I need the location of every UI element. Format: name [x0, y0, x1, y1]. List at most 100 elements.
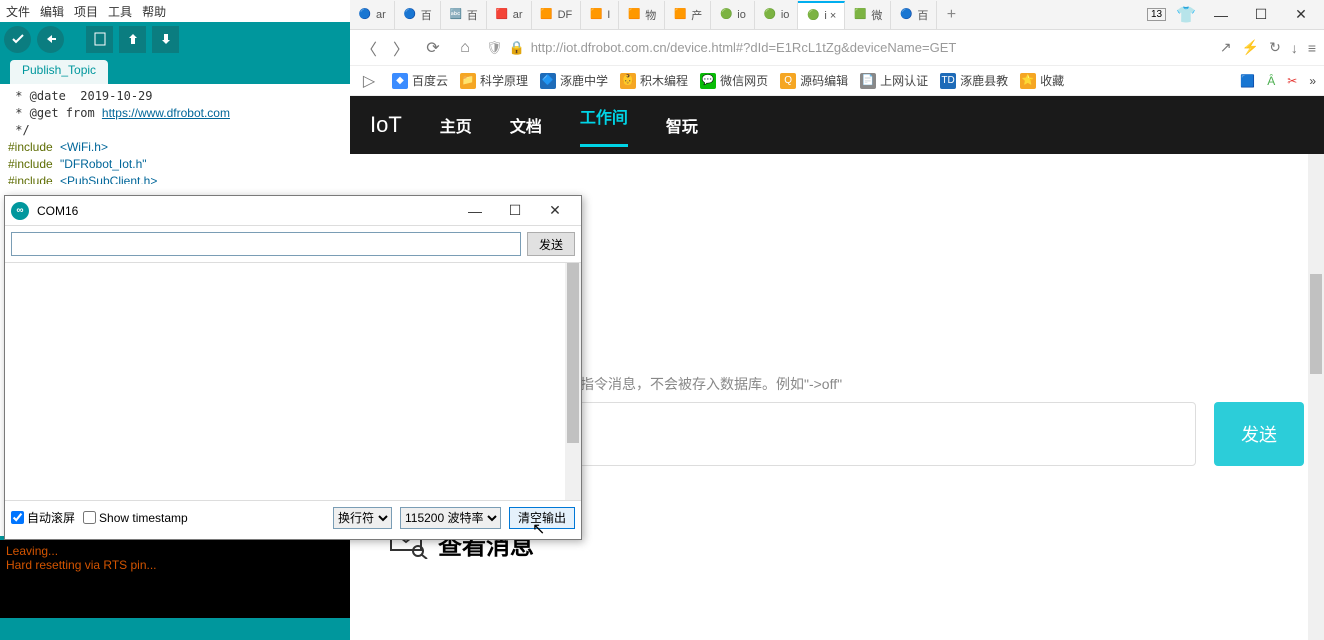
bookmark-item[interactable]: 📄上网认证 [860, 72, 928, 89]
menu-sketch[interactable]: 项目 [74, 3, 98, 19]
browser-tab[interactable]: 🔵百 [395, 1, 441, 29]
save-button[interactable] [152, 26, 179, 53]
serial-titlebar[interactable]: ∞ COM16 — ☐ ✕ [5, 196, 581, 226]
browser-tab[interactable]: 🟧产 [665, 1, 711, 29]
ide-toolbar [0, 22, 350, 56]
hint-text: 指令消息，不会被存入数据库。例如"->off" [580, 374, 1304, 394]
bookmark-item[interactable]: TD涿鹿县教 [940, 72, 1008, 89]
extension-icon[interactable]: 🟦 [1240, 74, 1255, 88]
browser-tab[interactable]: 🟧DF [532, 1, 582, 29]
open-button[interactable] [119, 26, 146, 53]
autoscroll-checkbox[interactable]: 自动滚屏 [11, 509, 75, 526]
ide-tabbar: Publish_Topic [0, 56, 350, 84]
code-editor[interactable]: * @date 2019-10-29 * @get from https://w… [0, 84, 350, 184]
bookmark-item[interactable]: Q源码编辑 [780, 72, 848, 89]
address-bar-row: 〈 〉 ⟳ ⌂ 🛡 🔒 http://iot.dfrobot.com.cn/de… [350, 30, 1324, 66]
refresh-icon[interactable]: ↻ [1269, 39, 1281, 56]
serial-output-area[interactable] [5, 262, 581, 500]
serial-input[interactable] [11, 232, 521, 256]
serial-send-button[interactable]: 发送 [527, 232, 575, 256]
close-button[interactable]: ✕ [535, 197, 575, 225]
ide-menubar[interactable]: 文件 编辑 项目 工具 帮助 [0, 0, 350, 22]
forward-button[interactable]: 〉 [390, 37, 412, 59]
browser-tab[interactable]: 🟧I [581, 1, 619, 29]
minimize-button[interactable]: — [455, 197, 495, 225]
site-brand: IoT [370, 112, 402, 138]
browser-tab[interactable]: 🔤百 [441, 1, 487, 29]
share-icon[interactable]: ↗ [1220, 39, 1232, 56]
tab-label: 百 [917, 7, 928, 23]
browser-tab[interactable]: 🟧物 [619, 1, 665, 29]
nav-workspace[interactable]: 工作间 [580, 104, 628, 147]
serial-send-row: 发送 [5, 226, 581, 262]
console-line: Hard resetting via RTS pin... [6, 558, 344, 572]
expand-icon[interactable]: » [1309, 74, 1316, 88]
browser-tab[interactable]: 🟩微 [845, 1, 891, 29]
line-ending-select[interactable]: 换行符 [333, 507, 392, 529]
menu-edit[interactable]: 编辑 [40, 3, 64, 19]
tab-label: io [737, 9, 746, 21]
verify-button[interactable] [4, 26, 31, 53]
send-message-button[interactable]: 发送 [1214, 402, 1304, 466]
tab-favicon: 🟧 [589, 8, 603, 22]
tab-favicon: 🟢 [806, 9, 820, 23]
tab-count-badge[interactable]: 13 [1147, 8, 1166, 21]
maximize-button[interactable]: ☐ [495, 197, 535, 225]
browser-tab[interactable]: 🔵百 [891, 1, 937, 29]
browser-minimize-button[interactable]: — [1206, 7, 1236, 23]
browser-tab[interactable]: 🟥ar [487, 1, 532, 29]
tab-label: i × [824, 10, 836, 22]
serial-title: COM16 [37, 204, 455, 218]
bookmark-label: 涿鹿县教 [960, 72, 1008, 89]
nav-docs[interactable]: 文档 [510, 113, 542, 137]
menu-tools[interactable]: 工具 [108, 3, 132, 19]
new-button[interactable] [86, 26, 113, 53]
bookmark-icon: 💬 [700, 73, 716, 89]
bookmark-item[interactable]: 👶积木编程 [620, 72, 688, 89]
back-button[interactable]: 〈 [358, 37, 380, 59]
home-button[interactable]: ⌂ [454, 37, 476, 59]
tab-favicon: 🟧 [540, 8, 554, 22]
bookmark-play-icon[interactable]: ▷ [358, 70, 380, 92]
tab-favicon: 🟩 [853, 8, 867, 22]
extension-icon[interactable]: Ȃ [1267, 74, 1275, 88]
browser-tab[interactable]: 🟢 i × [798, 1, 845, 29]
scissors-icon[interactable]: ✂ [1287, 74, 1297, 88]
browser-tab[interactable]: 🟢io [755, 1, 799, 29]
bookmark-item[interactable]: ◆百度云 [392, 72, 448, 89]
ide-tab[interactable]: Publish_Topic [10, 60, 108, 84]
reload-button[interactable]: ⟳ [422, 37, 444, 59]
tab-favicon: 🔵 [358, 8, 372, 22]
timestamp-checkbox[interactable]: Show timestamp [83, 511, 188, 525]
page-scrollbar[interactable] [1308, 154, 1324, 640]
nav-play[interactable]: 智玩 [666, 113, 698, 137]
browser-close-button[interactable]: ✕ [1286, 6, 1316, 23]
tab-label: 产 [691, 7, 702, 23]
browser-tabbar: 🔵ar🔵百🔤百🟥ar🟧DF🟧I🟧物🟧产🟢io🟢io🟢i ×🟩微🔵百+ 13 👕 … [350, 0, 1324, 30]
bookmark-icon: 👶 [620, 73, 636, 89]
bookmark-label: 上网认证 [880, 72, 928, 89]
browser-tab[interactable]: 🔵ar [350, 1, 395, 29]
browser-maximize-button[interactable]: ☐ [1246, 6, 1276, 23]
menu-icon[interactable]: ≡ [1308, 40, 1316, 56]
baud-select[interactable]: 115200 波特率 [400, 507, 501, 529]
nav-home[interactable]: 主页 [440, 113, 472, 137]
download-icon[interactable]: ↓ [1291, 40, 1298, 56]
bookmark-label: 微信网页 [720, 72, 768, 89]
tshirt-icon[interactable]: 👕 [1176, 5, 1196, 25]
scrollbar-vertical[interactable] [565, 263, 581, 500]
menu-help[interactable]: 帮助 [142, 3, 166, 19]
menu-file[interactable]: 文件 [6, 3, 30, 19]
bookmark-item[interactable]: ⭐收藏 [1020, 72, 1064, 89]
bookmark-item[interactable]: 📁科学原理 [460, 72, 528, 89]
browser-tab[interactable]: 🟢io [711, 1, 755, 29]
flash-icon[interactable]: ⚡ [1242, 39, 1259, 56]
upload-button[interactable] [37, 26, 64, 53]
new-tab-button[interactable]: + [937, 6, 965, 24]
tab-label: 百 [467, 7, 478, 23]
address-bar[interactable]: 🛡 🔒 http://iot.dfrobot.com.cn/device.htm… [486, 40, 1210, 56]
bookmark-item[interactable]: 🔷涿鹿中学 [540, 72, 608, 89]
bookmark-item[interactable]: 💬微信网页 [700, 72, 768, 89]
tab-favicon: 🔵 [899, 8, 913, 22]
mouse-cursor-icon: ↖ [532, 519, 545, 539]
